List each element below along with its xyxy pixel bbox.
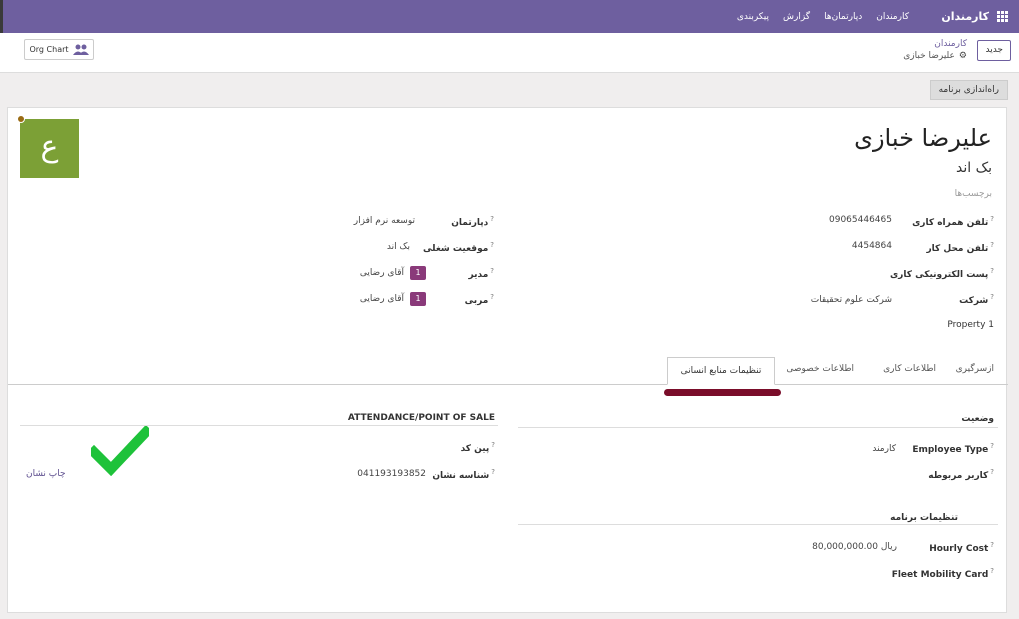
help-icon[interactable]: ? — [490, 267, 494, 275]
currency-label: ریال — [880, 542, 897, 552]
work-email-label-text: پست الکترونیکی کاری — [889, 270, 989, 280]
related-user-label: کاربر مربوطه? — [928, 468, 994, 481]
main-menu: کارمندان دپارتمان‌ها گزارش پیکربندی — [737, 12, 909, 22]
hourly-cost-label-text: Hourly Cost — [929, 544, 989, 554]
help-icon[interactable]: ? — [990, 541, 994, 549]
presence-status-icon — [17, 115, 25, 123]
work-phone-label: تلفن محل کار? — [926, 241, 994, 254]
manager-label: مدیر? — [469, 267, 494, 280]
employee-type-field[interactable]: کارمند — [872, 444, 896, 454]
work-phone-field[interactable]: 4454864 — [852, 241, 892, 251]
attendance-section-title: ATTENDANCE/POINT OF SALE — [347, 413, 495, 423]
employee-type-label: Employee Type? — [912, 442, 994, 455]
manager-badge: 1 — [410, 266, 426, 280]
menu-employees[interactable]: کارمندان — [876, 12, 909, 22]
breadcrumb-current-label: علیرضا خبازی — [903, 51, 955, 61]
job-position-field[interactable]: بک اند — [387, 242, 410, 252]
work-phone-label-text: تلفن محل کار — [926, 244, 989, 254]
employee-job-title[interactable]: بک اند — [956, 160, 992, 176]
manager-name: آقای رضایی — [359, 268, 404, 278]
help-icon[interactable]: ? — [990, 468, 994, 476]
pin-code-label: پین کد? — [461, 441, 495, 454]
employee-avatar[interactable]: ع — [20, 119, 79, 178]
employee-name[interactable]: علیرضا خبازی — [854, 124, 992, 152]
apps-menu-icon[interactable] — [997, 11, 1009, 22]
employee-type-label-text: Employee Type — [912, 445, 989, 455]
property-field[interactable]: Property 1 — [947, 320, 994, 330]
breadcrumb-current: علیرضا خبازی ⚙ — [903, 51, 967, 61]
company-field[interactable]: شرکت علوم تحقیقات — [811, 295, 892, 305]
app-brand[interactable]: کارمندان — [941, 10, 989, 23]
work-mobile-field[interactable]: 09065446465 — [829, 215, 892, 225]
navbar-edge — [0, 0, 3, 33]
tab-resume[interactable]: ازسرگیری — [956, 364, 994, 374]
payroll-separator — [518, 524, 998, 525]
pin-code-label-text: پین کد — [460, 444, 490, 454]
employee-form-sheet: ع علیرضا خبازی بک اند برچسب‌ها تلفن همرا… — [7, 107, 1008, 613]
work-email-label: پست الکترونیکی کاری? — [890, 267, 994, 280]
help-icon[interactable]: ? — [491, 441, 495, 449]
tabs-divider — [8, 384, 1008, 385]
status-separator — [518, 427, 998, 428]
coach-label: مربی? — [465, 293, 494, 306]
hourly-cost-label: Hourly Cost? — [929, 541, 994, 554]
related-user-label-text: کاربر مربوطه — [928, 471, 989, 481]
job-position-label-text: موقعیت شغلی — [423, 244, 489, 254]
hourly-cost-field[interactable]: 80,000,000.00 ریال — [812, 542, 897, 552]
help-icon[interactable]: ? — [990, 267, 994, 275]
org-chart-button[interactable]: Org Chart — [24, 39, 94, 60]
tab-work-info[interactable]: اطلاعات کاری — [883, 364, 936, 374]
checkmark-icon — [91, 426, 149, 476]
badge-id-label: شناسه نشان? — [432, 468, 495, 481]
work-mobile-label: تلفن همراه کاری? — [912, 215, 994, 228]
help-icon[interactable]: ? — [490, 241, 494, 249]
badge-id-field[interactable]: 041193193852 — [357, 469, 426, 479]
new-button[interactable]: جدید — [977, 40, 1011, 61]
manager-label-text: مدیر — [468, 270, 489, 280]
menu-departments[interactable]: دپارتمان‌ها — [824, 12, 862, 22]
control-panel: جدید کارمندان علیرضا خبازی ⚙ Org Chart — [0, 33, 1019, 73]
badge-id-label-text: شناسه نشان — [432, 471, 490, 481]
hourly-cost-value: 80,000,000.00 — [812, 542, 878, 552]
top-navbar: کارمندان کارمندان دپارتمان‌ها گزارش پیکر… — [0, 0, 1019, 33]
tab-private-info[interactable]: اطلاعات خصوصی — [786, 364, 854, 374]
breadcrumb-parent[interactable]: کارمندان — [934, 39, 967, 49]
help-icon[interactable]: ? — [990, 293, 994, 301]
tags-field[interactable]: برچسب‌ها — [955, 189, 992, 199]
help-icon[interactable]: ? — [990, 215, 994, 223]
users-icon — [72, 44, 89, 55]
payroll-section-title: تنظیمات برنامه — [890, 513, 958, 523]
coach-label-text: مربی — [464, 296, 489, 306]
department-field[interactable]: توسعه نرم افزار — [354, 216, 415, 226]
tab-highlight-marker — [664, 389, 781, 396]
gear-icon[interactable]: ⚙ — [959, 51, 967, 61]
company-label-text: شرکت — [959, 296, 989, 306]
help-icon[interactable]: ? — [491, 468, 495, 476]
help-icon[interactable]: ? — [490, 293, 494, 301]
help-icon[interactable]: ? — [990, 241, 994, 249]
launch-plan-button[interactable]: راه‌اندازی برنامه — [929, 80, 1008, 100]
department-label-text: دپارتمان — [451, 218, 489, 228]
help-icon[interactable]: ? — [990, 442, 994, 450]
fleet-card-label: Fleet Mobility Card? — [892, 567, 994, 580]
fleet-card-label-text: Fleet Mobility Card — [891, 570, 989, 580]
help-icon[interactable]: ? — [490, 215, 494, 223]
coach-name: آقای رضایی — [359, 294, 404, 304]
company-label: شرکت? — [959, 293, 994, 306]
manager-field[interactable]: آقای رضایی 1 — [360, 266, 426, 280]
help-icon[interactable]: ? — [990, 567, 994, 575]
menu-configuration[interactable]: پیکربندی — [737, 12, 769, 22]
job-position-label: موقعیت شغلی? — [423, 241, 494, 254]
coach-badge: 1 — [410, 292, 426, 306]
menu-reporting[interactable]: گزارش — [783, 12, 810, 22]
org-chart-label: Org Chart — [29, 45, 69, 54]
work-mobile-label-text: تلفن همراه کاری — [912, 218, 989, 228]
tab-hr-settings[interactable]: تنظیمات منابع انسانی — [667, 357, 775, 385]
coach-field[interactable]: آقای رضایی 1 — [360, 292, 426, 306]
department-label: دپارتمان? — [451, 215, 494, 228]
status-section-title: وضعیت — [961, 414, 994, 424]
print-badge-link[interactable]: چاپ نشان — [26, 469, 66, 479]
